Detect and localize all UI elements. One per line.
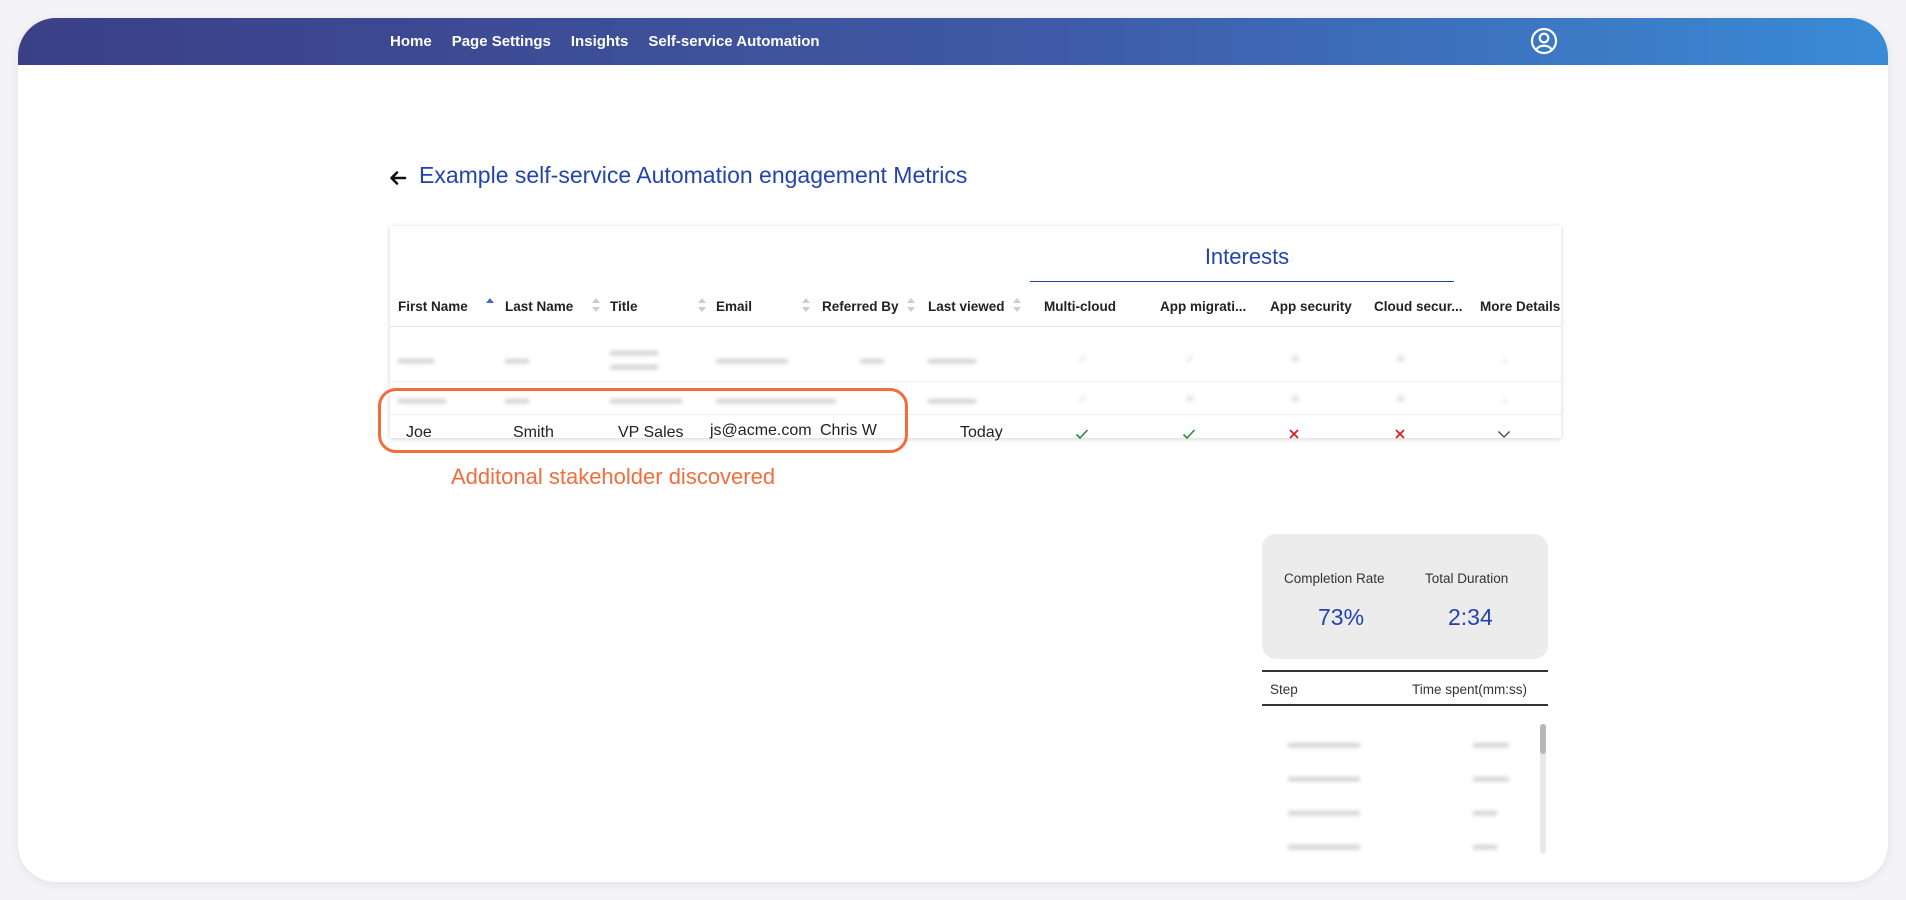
col-referred-by[interactable]: Referred By [822, 299, 899, 314]
col-more-details: More Details [1480, 299, 1561, 314]
annotation-text: Additonal stakeholder discovered [451, 464, 776, 489]
completion-rate-value: 73% [1318, 604, 1365, 630]
page-title: Example self-service Automation engageme… [419, 162, 968, 188]
sort-icon[interactable] [1013, 297, 1021, 313]
col-step: Step [1270, 682, 1298, 697]
back-arrow-icon[interactable] [388, 168, 408, 188]
col-app-security: App security [1270, 299, 1352, 314]
sort-icon[interactable] [698, 297, 706, 313]
steps-table-header: Step Time spent(mm:ss) [1262, 670, 1548, 706]
sort-icon[interactable] [592, 297, 600, 313]
nav-insights[interactable]: Insights [571, 33, 629, 50]
user-account-icon[interactable] [1530, 27, 1558, 55]
col-multi-cloud: Multi-cloud [1044, 299, 1116, 314]
total-duration-label: Total Duration [1425, 571, 1509, 586]
check-icon [1182, 429, 1196, 440]
col-title[interactable]: Title [610, 299, 638, 314]
app-window: Home Page Settings Insights Self-service… [18, 18, 1888, 882]
cell-last-viewed: Today [960, 424, 1003, 441]
interests-group-header: Interests [1204, 244, 1290, 269]
steps-scrollbar-thumb[interactable] [1540, 724, 1546, 754]
top-navigation-bar: Home Page Settings Insights Self-service… [18, 18, 1888, 65]
col-first-name[interactable]: First Name [398, 299, 468, 314]
cross-icon [1289, 429, 1299, 439]
sort-asc-active-icon[interactable] [486, 297, 494, 313]
nav-self-service-automation[interactable]: Self-service Automation [648, 33, 819, 50]
interests-divider [1030, 281, 1454, 282]
sort-icon[interactable] [907, 297, 915, 313]
highlight-box [378, 388, 908, 453]
col-time-spent: Time spent(mm:ss) [1412, 682, 1528, 697]
nav-page-settings[interactable]: Page Settings [452, 33, 551, 50]
col-email[interactable]: Email [716, 299, 752, 314]
stats-card: Completion Rate 73% Total Duration 2:34 [1262, 534, 1548, 659]
total-duration-value: 2:34 [1448, 604, 1493, 630]
cross-icon [1395, 429, 1405, 439]
col-last-name[interactable]: Last Name [505, 299, 573, 314]
col-last-viewed[interactable]: Last viewed [928, 299, 1005, 314]
check-icon [1075, 429, 1089, 440]
completion-rate-label: Completion Rate [1284, 571, 1385, 586]
header-divider [390, 326, 1561, 327]
row-divider [390, 381, 1561, 382]
nav-home[interactable]: Home [390, 33, 432, 50]
sort-icon[interactable] [802, 297, 810, 313]
col-cloud-security: Cloud secur... [1374, 299, 1463, 314]
chevron-down-icon[interactable] [1497, 427, 1511, 441]
col-app-migration: App migrati... [1160, 299, 1247, 314]
main-nav: Home Page Settings Insights Self-service… [390, 18, 820, 65]
table-row-redacted[interactable]: ▬▬▬ ▬▬ ▬▬▬▬ ▬▬▬▬ ▬▬▬▬▬▬ ▬▬ ▬▬▬▬ ✓ ✓ ✕ ✕ ⌄ [390, 338, 1561, 378]
